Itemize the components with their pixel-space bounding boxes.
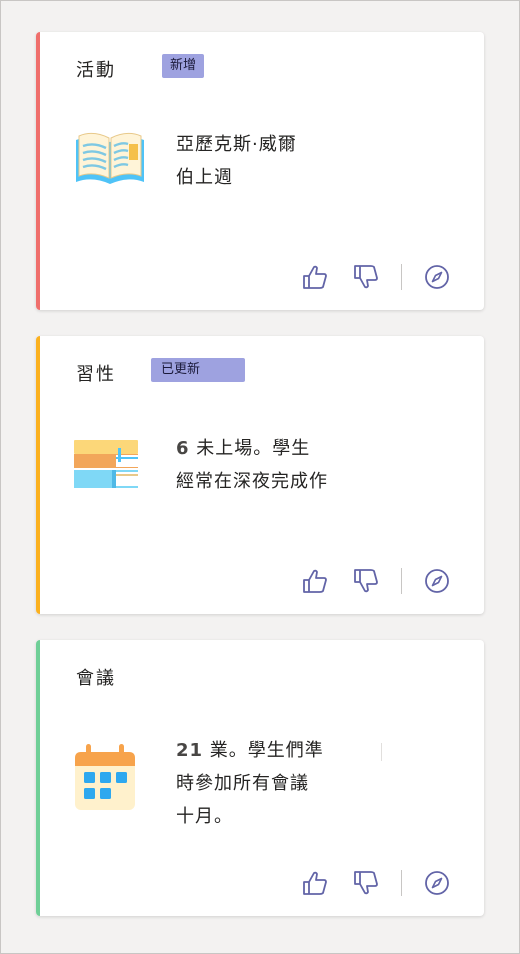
status-badge: 新增 (162, 54, 205, 78)
body-line: 亞歷克斯·威爾 (176, 134, 297, 155)
body-line-text: 業。學生們準 (209, 740, 324, 761)
highlight-number: 6 (176, 438, 190, 459)
compass-icon[interactable] (422, 566, 452, 596)
card-accent-bar (36, 32, 40, 310)
action-separator (401, 264, 402, 290)
text-caret (381, 743, 382, 761)
card-body-text: 6 未上場。學生 經常在深夜完成作 (176, 432, 328, 498)
compass-icon[interactable] (422, 262, 452, 292)
thumbs-up-icon[interactable] (300, 262, 330, 292)
body-line-text: 未上場。學生 (196, 438, 311, 459)
card-body-text: 21 業。學生們準 時參加所有會議 十月。 (176, 734, 324, 833)
card-title: 會議 (76, 668, 116, 689)
insight-card-habit[interactable]: 習性 已更新 6 未上場。學生 經常在深夜完成作 (36, 336, 484, 614)
open-book-icon (72, 126, 148, 194)
body-line: 時參加所有會議 (176, 773, 309, 794)
thumbs-down-icon[interactable] (351, 262, 381, 292)
card-actions (300, 262, 452, 292)
thumbs-up-icon[interactable] (300, 566, 330, 596)
highlight-number: 21 (176, 740, 204, 761)
thumbs-up-icon[interactable] (300, 868, 330, 898)
thumbs-down-icon[interactable] (351, 566, 381, 596)
insight-card-meeting[interactable]: 會議 21 業。學生們準 時參加所有會議 十月。 (36, 640, 484, 916)
card-actions (300, 566, 452, 596)
body-line: 經常在深夜完成作 (176, 471, 328, 492)
card-title: 活動 (76, 60, 116, 81)
action-separator (401, 568, 402, 594)
action-separator (401, 870, 402, 896)
status-badge: 已更新 (151, 358, 245, 382)
body-line: 十月。 (176, 806, 233, 827)
body-line: 伯上週 (176, 167, 233, 188)
card-accent-bar (36, 640, 40, 916)
card-actions (300, 868, 452, 898)
body-line: 21 業。學生們準 (176, 734, 324, 767)
card-title: 習性 (76, 364, 116, 385)
calendar-icon (72, 742, 138, 816)
thumbs-down-icon[interactable] (351, 868, 381, 898)
book-stack-icon (72, 436, 144, 498)
compass-icon[interactable] (422, 868, 452, 898)
card-body-text: 亞歷克斯·威爾 伯上週 (176, 128, 297, 194)
insight-card-activity[interactable]: 活動 新增 亞歷克斯·威爾 伯上週 (36, 32, 484, 310)
body-line: 6 未上場。學生 (176, 432, 328, 465)
card-accent-bar (36, 336, 40, 614)
